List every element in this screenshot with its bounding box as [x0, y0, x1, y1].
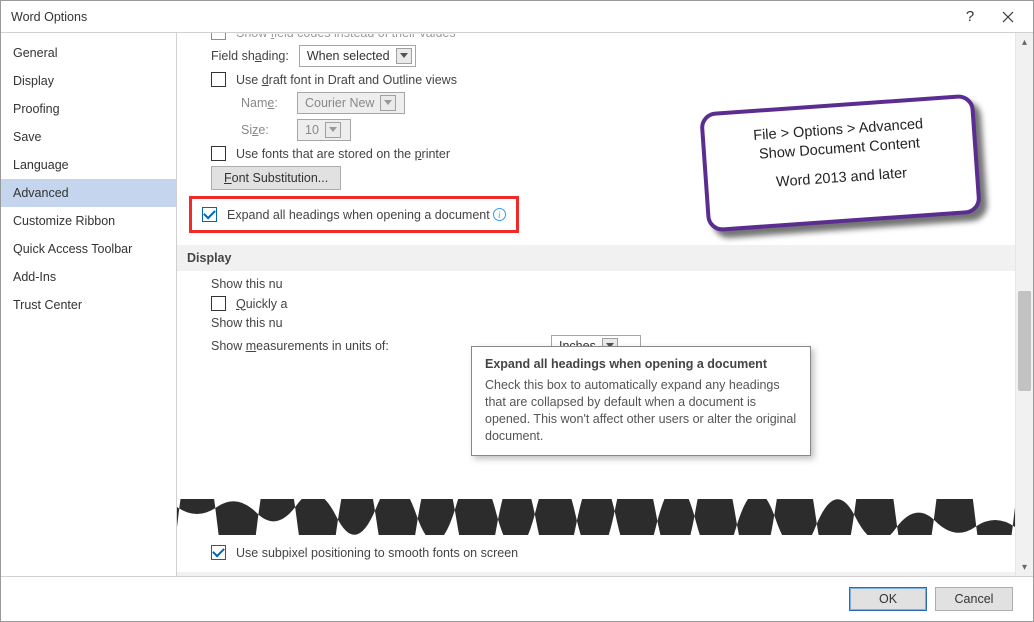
- subpixel-checkbox[interactable]: [211, 545, 226, 560]
- chevron-down-icon: [325, 122, 341, 138]
- expand-headings-label: Expand all headings when opening a docum…: [227, 208, 490, 222]
- titlebar: Word Options ?: [1, 1, 1033, 33]
- show-this-number-a-label: Show this nu: [211, 277, 283, 291]
- sidebar-item-proofing[interactable]: Proofing: [1, 95, 176, 123]
- subpixel-label: Use subpixel positioning to smooth fonts…: [236, 546, 518, 560]
- section-display: Display: [177, 245, 1015, 271]
- section-print: Print: [177, 572, 1015, 576]
- sidebar-item-quick-access-toolbar[interactable]: Quick Access Toolbar: [1, 235, 176, 263]
- sidebar-item-add-ins[interactable]: Add-Ins: [1, 263, 176, 291]
- use-printer-fonts-checkbox[interactable]: [211, 146, 226, 161]
- annotation-highlight: Expand all headings when opening a docum…: [189, 196, 519, 233]
- word-options-window: Word Options ? General Display Proofing …: [0, 0, 1034, 622]
- callout-line-3: Word 2013 and later: [724, 160, 960, 195]
- draft-font-name-label: Name:: [241, 96, 297, 110]
- quickly-access-label: Quickly a: [236, 297, 287, 311]
- use-draft-font-checkbox[interactable]: [211, 72, 226, 87]
- info-icon[interactable]: i: [493, 208, 506, 221]
- help-button[interactable]: ?: [951, 2, 989, 32]
- close-button[interactable]: [989, 2, 1027, 32]
- cancel-button[interactable]: Cancel: [935, 587, 1013, 611]
- scroll-down-arrow[interactable]: ▾: [1016, 558, 1033, 576]
- field-shading-label: Field shading:: [211, 49, 289, 63]
- sidebar-item-customize-ribbon[interactable]: Customize Ribbon: [1, 207, 176, 235]
- sidebar-item-advanced[interactable]: Advanced: [1, 179, 176, 207]
- scroll-up-arrow[interactable]: ▴: [1016, 33, 1033, 51]
- ok-button[interactable]: OK: [849, 587, 927, 611]
- torn-edge-decoration: [177, 499, 1015, 535]
- tooltip-body: Check this box to automatically expand a…: [485, 377, 797, 445]
- quickly-access-checkbox[interactable]: [211, 296, 226, 311]
- sidebar-item-language[interactable]: Language: [1, 151, 176, 179]
- sidebar-item-general[interactable]: General: [1, 39, 176, 67]
- show-this-number-b-label: Show this nu: [211, 316, 283, 330]
- annotation-callout: File > Options > Advanced Show Document …: [699, 94, 982, 233]
- tooltip: Expand all headings when opening a docum…: [471, 346, 811, 456]
- sidebar-item-display[interactable]: Display: [1, 67, 176, 95]
- expand-headings-checkbox[interactable]: [202, 207, 217, 222]
- dialog-button-bar: OK Cancel: [1, 577, 1033, 621]
- use-draft-font-label: Use draft font in Draft and Outline view…: [236, 73, 457, 87]
- show-field-codes-checkbox[interactable]: [211, 33, 226, 40]
- vertical-scrollbar[interactable]: ▴ ▾: [1015, 33, 1033, 576]
- sidebar-item-trust-center[interactable]: Trust Center: [1, 291, 176, 319]
- font-substitution-button[interactable]: Font Substitution...: [211, 166, 341, 190]
- field-shading-dropdown[interactable]: When selected: [299, 45, 416, 67]
- draft-font-name-dropdown: Courier New: [297, 92, 405, 114]
- show-field-codes-label: Show field codes instead of their values: [236, 33, 456, 40]
- draft-font-size-label: Size:: [241, 123, 297, 137]
- tooltip-title: Expand all headings when opening a docum…: [485, 357, 797, 371]
- window-title: Word Options: [11, 10, 951, 24]
- category-sidebar: General Display Proofing Save Language A…: [1, 33, 177, 576]
- chevron-down-icon: [396, 48, 412, 64]
- sidebar-item-save[interactable]: Save: [1, 123, 176, 151]
- draft-font-size-dropdown: 10: [297, 119, 351, 141]
- scroll-thumb[interactable]: [1018, 291, 1031, 391]
- use-printer-fonts-label: Use fonts that are stored on the printer: [236, 147, 450, 161]
- chevron-down-icon: [380, 95, 396, 111]
